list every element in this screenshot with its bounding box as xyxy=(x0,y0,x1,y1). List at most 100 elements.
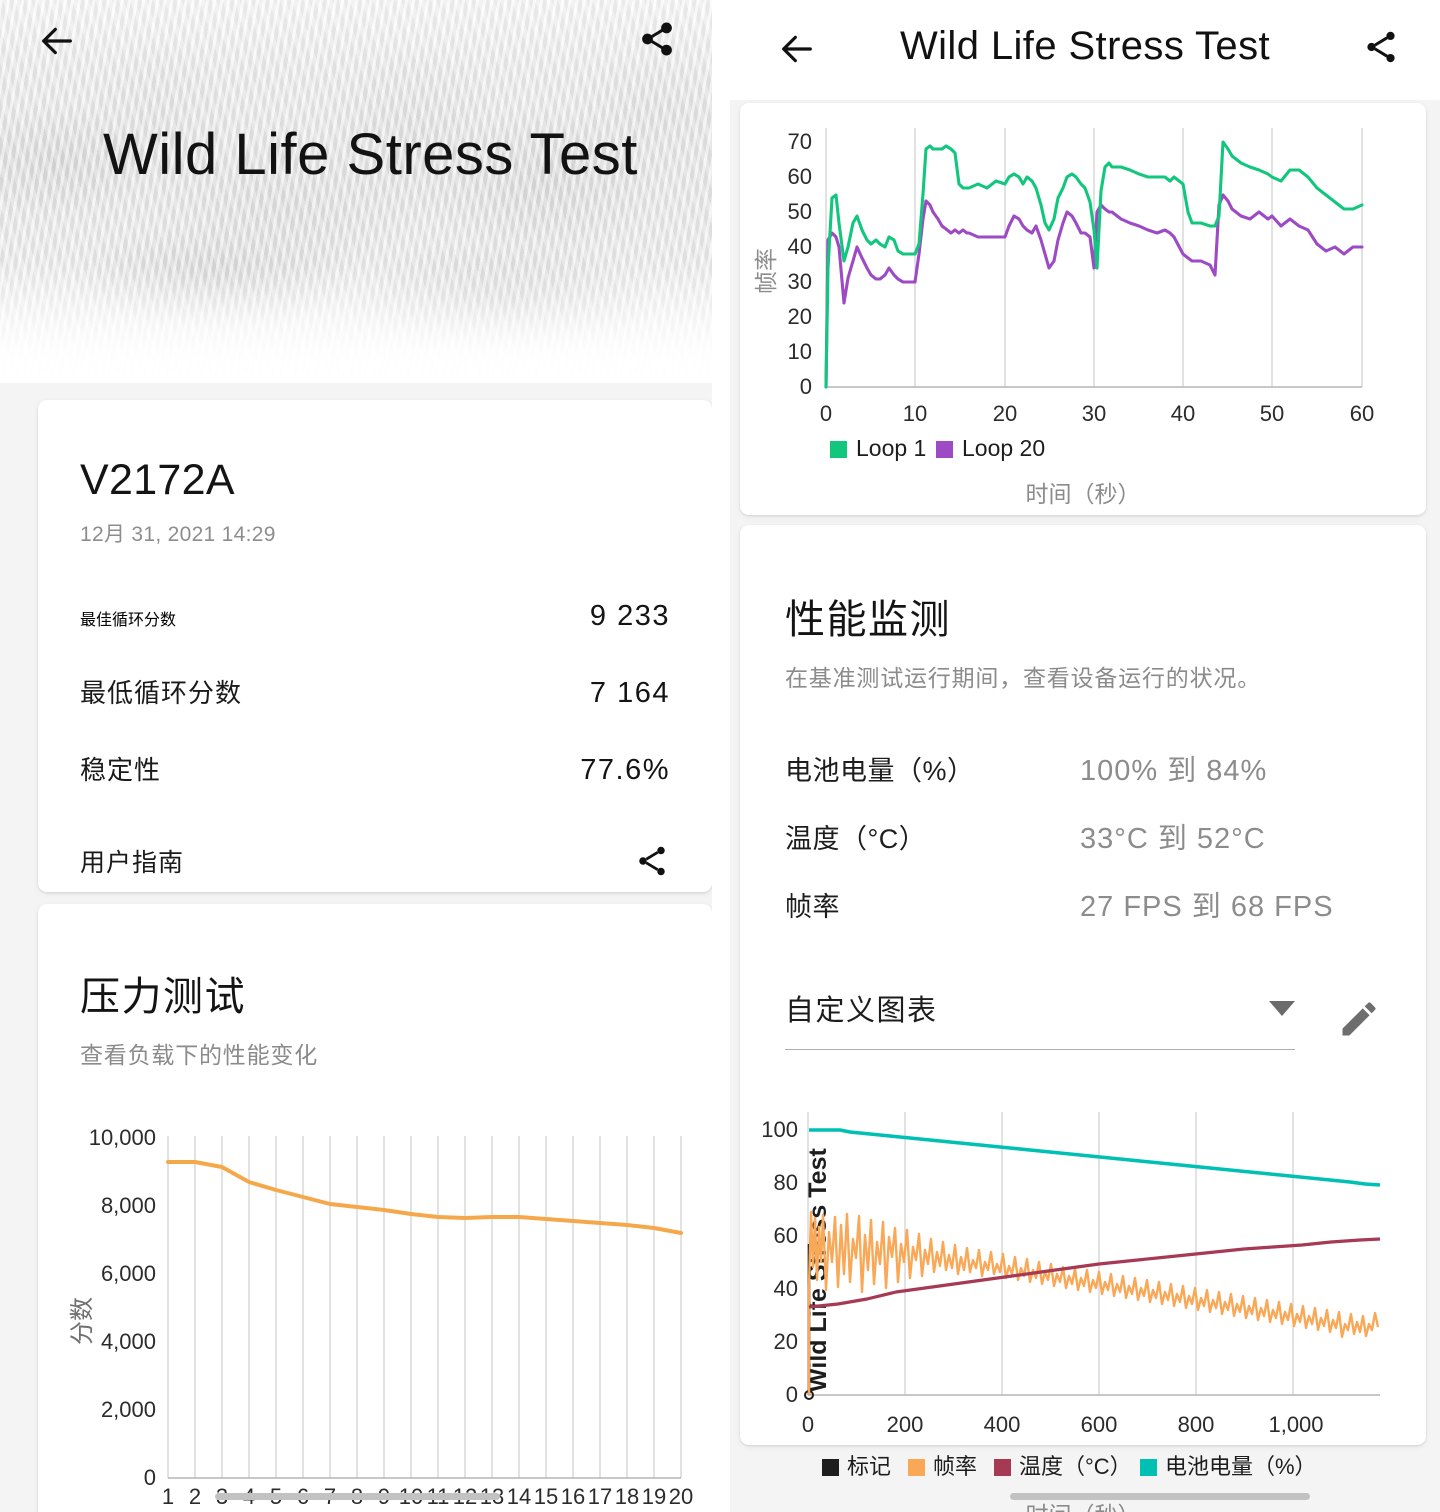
svg-text:20: 20 xyxy=(993,401,1017,426)
hero-title: Wild Life Stress Test xyxy=(103,122,638,187)
table-row: 最低循环分数 7 164 xyxy=(80,673,670,710)
legend-swatch-battery xyxy=(1140,1459,1157,1476)
svg-text:50: 50 xyxy=(1260,401,1284,426)
pencil-icon[interactable] xyxy=(1337,997,1381,1041)
framerate-value: 27 FPS 到 68 FPS xyxy=(1080,891,1334,923)
svg-text:100: 100 xyxy=(761,1117,798,1142)
svg-text:17: 17 xyxy=(588,1484,612,1506)
svg-text:4,000: 4,000 xyxy=(101,1329,156,1354)
app-screenshot: Wild Life Stress Test V2172A 12月 31, 202… xyxy=(0,0,1440,1512)
svg-text:14: 14 xyxy=(507,1484,531,1506)
temperature-label: 温度（°C） xyxy=(785,824,927,854)
result-card: V2172A 12月 31, 2021 14:29 最佳循环分数 9 233 最… xyxy=(38,400,712,892)
svg-text:0: 0 xyxy=(802,1412,814,1437)
svg-text:8,000: 8,000 xyxy=(101,1193,156,1218)
svg-text:1: 1 xyxy=(162,1484,174,1506)
right-scroll-indicator[interactable] xyxy=(1010,1493,1310,1500)
framerate-label: 帧率 xyxy=(785,892,840,922)
perf-monitor-chart: 100 80 60 40 20 0 Wild Life Stress Test … xyxy=(761,1112,1381,1437)
user-guide-row[interactable]: 用户指南 xyxy=(80,843,670,879)
custom-chart-select-value: 自定义图表 xyxy=(785,995,938,1027)
svg-text:60: 60 xyxy=(1350,401,1374,426)
svg-text:19: 19 xyxy=(642,1484,666,1506)
legend-swatch-framerate xyxy=(908,1459,925,1476)
legend-swatch-loop1 xyxy=(830,441,847,458)
share-icon[interactable] xyxy=(634,16,680,62)
fps-loop-card: 70 60 50 40 30 20 10 0 帧率 0 10 20 30 40 … xyxy=(740,103,1426,515)
svg-text:10: 10 xyxy=(788,339,812,364)
app-bar: Wild Life Stress Test xyxy=(730,0,1440,100)
perf-subtitle: 在基准测试运行期间，查看设备运行的状况。 xyxy=(785,665,1261,691)
svg-text:800: 800 xyxy=(1178,1412,1215,1437)
legend-label-marker: 标记 xyxy=(847,1454,891,1479)
stress-chart-xlabel: 循环 xyxy=(38,1508,712,1512)
performance-monitor-card: 性能监测 在基准测试运行期间，查看设备运行的状况。 电池电量（%） 100% 到… xyxy=(740,525,1426,1512)
svg-text:6,000: 6,000 xyxy=(101,1261,156,1286)
svg-text:20: 20 xyxy=(669,1484,693,1506)
table-row: 最佳循环分数 9 233 xyxy=(80,600,670,633)
svg-text:15: 15 xyxy=(534,1484,558,1506)
lowest-loop-score-label: 最低循环分数 xyxy=(80,678,243,708)
battery-value: 100% 到 84% xyxy=(1080,755,1268,787)
share-icon[interactable] xyxy=(1358,24,1404,70)
svg-text:60: 60 xyxy=(788,164,812,189)
device-name: V2172A xyxy=(80,456,235,504)
best-loop-score-label: 最佳循环分数 xyxy=(80,612,177,629)
svg-text:0: 0 xyxy=(144,1465,156,1490)
svg-text:1,000: 1,000 xyxy=(1268,1412,1323,1437)
legend-label-battery: 电池电量（%） xyxy=(1165,1454,1317,1479)
svg-text:2,000: 2,000 xyxy=(101,1397,156,1422)
left-panel: Wild Life Stress Test V2172A 12月 31, 202… xyxy=(0,0,712,1512)
svg-text:50: 50 xyxy=(788,199,812,224)
svg-text:2: 2 xyxy=(189,1484,201,1506)
svg-text:分数: 分数 xyxy=(69,1297,96,1345)
lowest-loop-score-value: 7 164 xyxy=(589,677,670,709)
stability-value: 77.6% xyxy=(580,754,670,786)
stress-score-chart: 10,000 8,000 6,000 4,000 2,000 0 分数 1 2 … xyxy=(69,1125,693,1506)
legend-swatch-temperature xyxy=(994,1459,1011,1476)
svg-text:20: 20 xyxy=(774,1329,798,1354)
battery-label: 电池电量（%） xyxy=(785,756,975,786)
svg-text:200: 200 xyxy=(887,1412,924,1437)
result-datetime: 12月 31, 2021 14:29 xyxy=(80,523,276,546)
table-row: 帧率 27 FPS 到 68 FPS xyxy=(785,883,1381,925)
right-panel: Wild Life Stress Test 70 60 50 40 30 20 … xyxy=(730,0,1440,1512)
svg-text:400: 400 xyxy=(984,1412,1021,1437)
user-guide-label: 用户指南 xyxy=(80,849,185,877)
stability-label: 稳定性 xyxy=(80,755,162,785)
svg-text:帧率: 帧率 xyxy=(753,248,779,294)
table-row: 温度（°C） 33°C 到 52°C xyxy=(785,815,1381,857)
legend-swatch-loop20 xyxy=(936,441,953,458)
legend-label-loop20: Loop 20 xyxy=(962,435,1045,461)
hero-banner: Wild Life Stress Test xyxy=(0,0,712,383)
fps-loop-chart: 70 60 50 40 30 20 10 0 帧率 0 10 20 30 40 … xyxy=(753,128,1374,461)
custom-chart-select[interactable]: 自定义图表 xyxy=(785,987,1295,1050)
stress-test-title: 压力测试 xyxy=(80,975,246,1019)
left-scroll-indicator[interactable] xyxy=(215,1493,500,1500)
legend-swatch-marker xyxy=(822,1459,839,1476)
legend-label-temperature: 温度（°C） xyxy=(1019,1454,1132,1479)
table-row: 稳定性 77.6% xyxy=(80,750,670,787)
table-row: 电池电量（%） 100% 到 84% xyxy=(785,747,1381,789)
stress-test-card: 压力测试 查看负载下的性能变化 10,000 8,000 6,000 4,000… xyxy=(38,904,712,1512)
svg-text:0: 0 xyxy=(800,374,812,399)
perf-chart-legend: 标记 帧率 温度（°C） 电池电量（%） xyxy=(822,1454,1317,1479)
svg-text:60: 60 xyxy=(774,1223,798,1248)
panel-divider xyxy=(712,0,730,1512)
temperature-value: 33°C 到 52°C xyxy=(1080,823,1266,855)
legend-label-framerate: 帧率 xyxy=(933,1454,977,1479)
svg-text:70: 70 xyxy=(788,129,812,154)
svg-text:600: 600 xyxy=(1081,1412,1118,1437)
chevron-down-icon[interactable] xyxy=(1269,1000,1295,1016)
back-arrow-icon[interactable] xyxy=(34,18,80,64)
best-loop-score-value: 9 233 xyxy=(589,600,670,632)
svg-text:80: 80 xyxy=(774,1170,798,1195)
fps-chart-xlabel: 时间（秒） xyxy=(1025,481,1141,507)
svg-text:20: 20 xyxy=(788,304,812,329)
back-arrow-icon[interactable] xyxy=(774,26,820,72)
perf-title: 性能监测 xyxy=(785,598,951,642)
share-icon[interactable] xyxy=(634,843,670,879)
svg-text:0: 0 xyxy=(786,1382,798,1407)
svg-text:40: 40 xyxy=(774,1276,798,1301)
legend-label-loop1: Loop 1 xyxy=(856,435,926,461)
